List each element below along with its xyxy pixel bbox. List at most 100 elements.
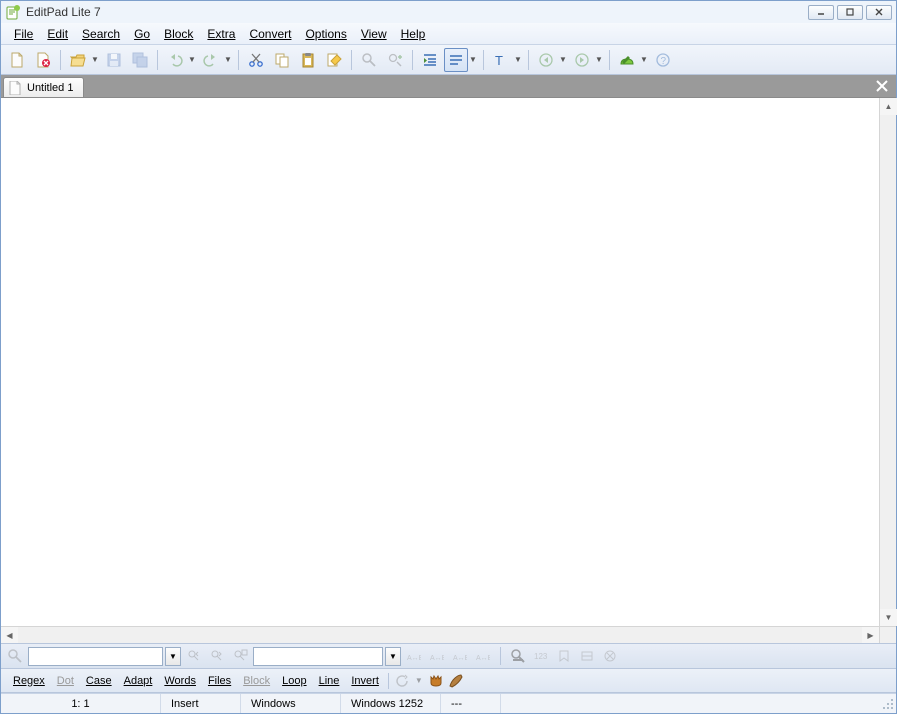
edit-button[interactable] <box>322 48 346 72</box>
option-dot[interactable]: Dot <box>51 673 80 689</box>
copy-button[interactable] <box>270 48 294 72</box>
status-encoding[interactable]: Windows <box>241 694 341 713</box>
document-tab[interactable]: Untitled 1 <box>3 77 84 97</box>
indent-button[interactable] <box>418 48 442 72</box>
option-line[interactable]: Line <box>313 673 346 689</box>
menu-view[interactable]: View <box>354 25 394 43</box>
undo-button[interactable] <box>163 48 187 72</box>
option-files[interactable]: Files <box>202 673 237 689</box>
redo-dropdown[interactable]: ▼ <box>223 55 233 64</box>
scroll-up-button[interactable]: ▲ <box>880 98 897 115</box>
scroll-track[interactable] <box>880 115 896 609</box>
refresh-dropdown[interactable]: ▼ <box>412 674 426 687</box>
horizontal-scrollbar[interactable]: ◀ ▶ <box>1 626 879 643</box>
cat-icon[interactable] <box>426 671 446 691</box>
redo-button[interactable] <box>199 48 223 72</box>
text-editor[interactable] <box>1 98 879 626</box>
save-button[interactable] <box>102 48 126 72</box>
replace-all-icon[interactable]: A↔B <box>450 646 470 666</box>
menubar: File Edit Search Go Block Extra Convert … <box>1 23 896 45</box>
menu-extra[interactable]: Extra <box>200 25 242 43</box>
option-adapt[interactable]: Adapt <box>118 673 159 689</box>
font-dropdown[interactable]: ▼ <box>513 55 523 64</box>
find-input[interactable] <box>28 647 163 666</box>
menu-edit[interactable]: Edit <box>40 25 75 43</box>
svg-text:A↔B: A↔B <box>476 655 490 662</box>
nav-forward-button[interactable] <box>570 48 594 72</box>
replace-next-icon[interactable]: A↔B <box>427 646 447 666</box>
fold-icon[interactable] <box>577 646 597 666</box>
toolbar-separator <box>157 50 158 70</box>
menu-help[interactable]: Help <box>394 25 433 43</box>
replace-sel-icon[interactable]: A↔B <box>473 646 493 666</box>
wordwrap-dropdown[interactable]: ▼ <box>468 55 478 64</box>
options-separator <box>388 673 389 689</box>
open-dropdown[interactable]: ▼ <box>90 55 100 64</box>
status-insert-mode[interactable]: Insert <box>161 694 241 713</box>
find-next-button[interactable] <box>383 48 407 72</box>
app-window: EditPad Lite 7 File Edit Search Go Block… <box>0 0 897 714</box>
menu-block[interactable]: Block <box>157 25 200 43</box>
font-button[interactable]: T <box>489 48 513 72</box>
scroll-track-h[interactable] <box>18 627 862 643</box>
replace-history-dropdown[interactable]: ▼ <box>385 647 401 666</box>
refresh-icon[interactable] <box>392 671 412 691</box>
maximize-button[interactable] <box>837 5 863 20</box>
minimize-button[interactable] <box>808 5 834 20</box>
status-position[interactable]: 1: 1 <box>1 694 161 713</box>
open-button[interactable] <box>66 48 90 72</box>
resize-grip[interactable] <box>880 696 896 712</box>
menu-search[interactable]: Search <box>75 25 127 43</box>
paste-button[interactable] <box>296 48 320 72</box>
status-extra[interactable]: --- <box>441 694 501 713</box>
undo-dropdown[interactable]: ▼ <box>187 55 197 64</box>
count-icon[interactable]: 123 <box>531 646 551 666</box>
clear-icon[interactable] <box>600 646 620 666</box>
searchbar-separator <box>500 647 501 665</box>
menu-options[interactable]: Options <box>298 25 353 43</box>
close-window-button[interactable] <box>866 5 892 20</box>
nav-back-dropdown[interactable]: ▼ <box>558 55 568 64</box>
svg-text:T: T <box>495 53 503 68</box>
svg-text:A↔B: A↔B <box>430 655 444 662</box>
toolbar-separator <box>528 50 529 70</box>
find-next-icon[interactable] <box>207 646 227 666</box>
highlight-icon[interactable] <box>508 646 528 666</box>
find-prev-icon[interactable] <box>184 646 204 666</box>
menu-file[interactable]: File <box>7 25 40 43</box>
save-all-button[interactable] <box>128 48 152 72</box>
window-title: EditPad Lite 7 <box>26 5 808 19</box>
replace-prev-icon[interactable]: A↔B <box>404 646 424 666</box>
status-codepage[interactable]: Windows 1252 <box>341 694 441 713</box>
menu-convert[interactable]: Convert <box>242 25 298 43</box>
menu-go[interactable]: Go <box>127 25 157 43</box>
vertical-scrollbar[interactable]: ▲ ▼ <box>879 98 896 626</box>
nav-fwd-dropdown[interactable]: ▼ <box>594 55 604 64</box>
scroll-down-button[interactable]: ▼ <box>880 609 897 626</box>
tabstrip: Untitled 1 <box>1 75 896 97</box>
cut-button[interactable] <box>244 48 268 72</box>
nav-back-button[interactable] <box>534 48 558 72</box>
scroll-right-button[interactable]: ▶ <box>862 627 879 644</box>
option-regex[interactable]: Regex <box>7 673 51 689</box>
option-case[interactable]: Case <box>80 673 118 689</box>
find-history-dropdown[interactable]: ▼ <box>165 647 181 666</box>
bookmark-icon[interactable] <box>554 646 574 666</box>
tab-label: Untitled 1 <box>27 82 73 94</box>
feather-icon[interactable] <box>446 671 466 691</box>
help-button[interactable]: ? <box>651 48 675 72</box>
close-file-button[interactable] <box>31 48 55 72</box>
tab-close-button[interactable] <box>874 78 890 94</box>
find-all-icon[interactable] <box>230 646 250 666</box>
option-loop[interactable]: Loop <box>276 673 312 689</box>
option-invert[interactable]: Invert <box>345 673 385 689</box>
preferences-dropdown[interactable]: ▼ <box>639 55 649 64</box>
find-button[interactable] <box>357 48 381 72</box>
scroll-left-button[interactable]: ◀ <box>1 627 18 644</box>
option-words[interactable]: Words <box>158 673 202 689</box>
new-file-button[interactable] <box>5 48 29 72</box>
wordwrap-button[interactable] <box>444 48 468 72</box>
replace-input[interactable] <box>253 647 383 666</box>
option-block[interactable]: Block <box>237 673 276 689</box>
preferences-button[interactable] <box>615 48 639 72</box>
